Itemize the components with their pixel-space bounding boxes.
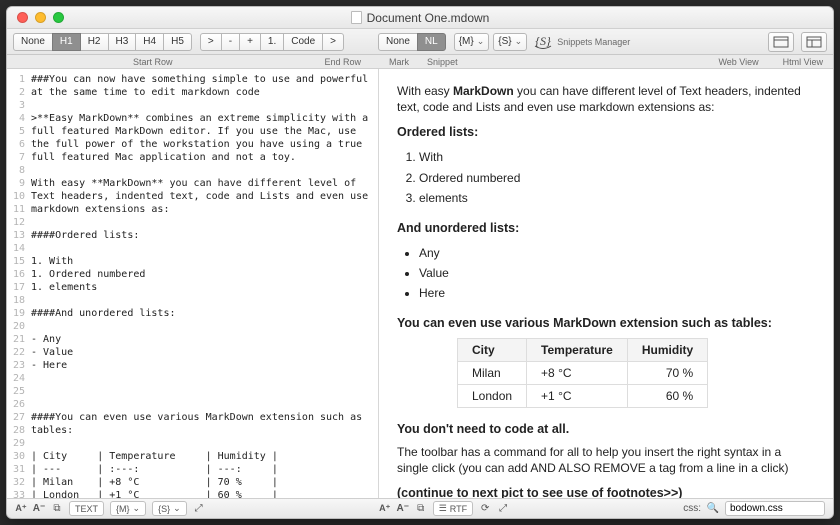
table-header: Temperature: [527, 338, 628, 361]
line-number-gutter: 1 2 3 4 5 6 7 8 9 10 11 12 13 14 15 16 1…: [7, 69, 29, 498]
preview-h-nocoding: You don't need to code at all.: [397, 422, 815, 436]
list-item: Any: [419, 243, 815, 263]
web-view-label: Web View: [712, 57, 764, 67]
heading-h1-button[interactable]: H1: [52, 33, 81, 51]
list-item: Here: [419, 283, 815, 303]
s-status[interactable]: {S} ⌄: [152, 501, 187, 516]
table-row: Milan+8 °C70 %: [458, 361, 708, 384]
statusbar-left: A⁺ A⁻ ⧉ TEXT {M} ⌄ {S} ⌄ ⤢ A⁺ A⁻ ⧉ ☰ RTF…: [7, 498, 833, 518]
row-nl-button[interactable]: NL: [417, 33, 446, 51]
preview-pane: With easy MarkDown you can have differen…: [379, 69, 833, 498]
snippet-label: Snippet: [421, 57, 464, 67]
toolbar-sublabels: Start Row End Row Mark Snippet Web View …: [7, 55, 833, 69]
app-logo-icon: {S}: [531, 31, 555, 53]
preview-unordered-list: AnyValueHere: [419, 243, 815, 304]
minimize-icon[interactable]: [35, 12, 46, 23]
end-row-label: End Row: [319, 57, 368, 67]
css-file-field[interactable]: [725, 501, 825, 516]
preview-h-continue: (continue to next pict to see use of foo…: [397, 486, 815, 498]
document-icon: [351, 11, 362, 24]
copy-icon-2[interactable]: ⧉: [415, 503, 427, 515]
list-item: With: [419, 147, 815, 167]
preview-h-ordered: Ordered lists:: [397, 125, 815, 139]
table-header: City: [458, 338, 527, 361]
code-area[interactable]: ###You can now have something simple to …: [29, 69, 378, 498]
mark-label: Mark: [383, 57, 415, 67]
search-icon[interactable]: 🔍: [707, 503, 719, 515]
font-smaller-icon[interactable]: A⁺: [15, 503, 27, 515]
m-dropdown[interactable]: {M}: [454, 33, 490, 51]
m-status[interactable]: {M} ⌄: [110, 501, 146, 516]
insert-btn-4[interactable]: Code: [283, 33, 323, 51]
css-label: css:: [683, 503, 701, 514]
heading-segment: NoneH1H2H3H4H5: [13, 33, 192, 51]
insert-btn-1[interactable]: -: [221, 33, 240, 51]
snippets-manager-label[interactable]: Snippets Manager: [557, 37, 630, 47]
list-item: Ordered numbered: [419, 168, 815, 188]
close-icon[interactable]: [17, 12, 28, 23]
window-title: Document One.mdown: [367, 11, 490, 25]
insert-btn-5[interactable]: >: [322, 33, 344, 51]
table-header: Humidity: [627, 338, 707, 361]
preview-intro: With easy MarkDown you can have differen…: [397, 83, 815, 115]
insert-btn-0[interactable]: >: [200, 33, 222, 51]
insert-btn-3[interactable]: 1.: [260, 33, 284, 51]
web-view-button[interactable]: [768, 32, 794, 52]
rtf-button[interactable]: ☰ RTF: [433, 501, 473, 516]
font-larger-icon-2[interactable]: A⁻: [397, 503, 409, 515]
preview-table: CityTemperatureHumidityMilan+8 °C70 %Lon…: [457, 338, 708, 408]
start-row-label: Start Row: [127, 57, 179, 67]
reload-icon[interactable]: ⟳: [479, 503, 491, 515]
insert-segment: >-+1.Code>: [200, 33, 344, 51]
row-segment: NoneNL: [378, 33, 446, 51]
insert-btn-2[interactable]: +: [239, 33, 261, 51]
heading-h5-button[interactable]: H5: [163, 33, 192, 51]
html-view-button[interactable]: [801, 32, 827, 52]
preview-ordered-list: WithOrdered numberedelements: [419, 147, 815, 208]
text-mode-button[interactable]: TEXT: [69, 501, 104, 516]
preview-h-tables: You can even use various MarkDown extens…: [397, 316, 815, 330]
preview-nocoding-text: The toolbar has a command for all to hel…: [397, 444, 815, 476]
preview-h-unordered: And unordered lists:: [397, 221, 815, 235]
html-view-label: Html View: [777, 57, 829, 67]
svg-text:{S}: {S}: [535, 34, 551, 48]
zoom-icon[interactable]: [53, 12, 64, 23]
expand-left-icon[interactable]: ⤢: [193, 503, 205, 515]
s-dropdown[interactable]: {S}: [493, 33, 527, 51]
table-row: London+1 °C60 %: [458, 384, 708, 407]
row-none-button[interactable]: None: [378, 33, 418, 51]
heading-none-button[interactable]: None: [13, 33, 53, 51]
list-item: elements: [419, 188, 815, 208]
app-window: Document One.mdown NoneH1H2H3H4H5 >-+1.C…: [6, 6, 834, 519]
list-item: Value: [419, 263, 815, 283]
font-larger-icon[interactable]: A⁻: [33, 503, 45, 515]
heading-h3-button[interactable]: H3: [108, 33, 137, 51]
titlebar: Document One.mdown: [7, 7, 833, 29]
markdown-editor[interactable]: 1 2 3 4 5 6 7 8 9 10 11 12 13 14 15 16 1…: [7, 69, 379, 498]
expand-right-icon[interactable]: ⤢: [497, 503, 509, 515]
heading-h2-button[interactable]: H2: [80, 33, 109, 51]
heading-h4-button[interactable]: H4: [135, 33, 164, 51]
copy-icon[interactable]: ⧉: [51, 503, 63, 515]
toolbar: NoneH1H2H3H4H5 >-+1.Code> NoneNL {M} {S}…: [7, 29, 833, 55]
font-smaller-icon-2[interactable]: A⁺: [379, 503, 391, 515]
